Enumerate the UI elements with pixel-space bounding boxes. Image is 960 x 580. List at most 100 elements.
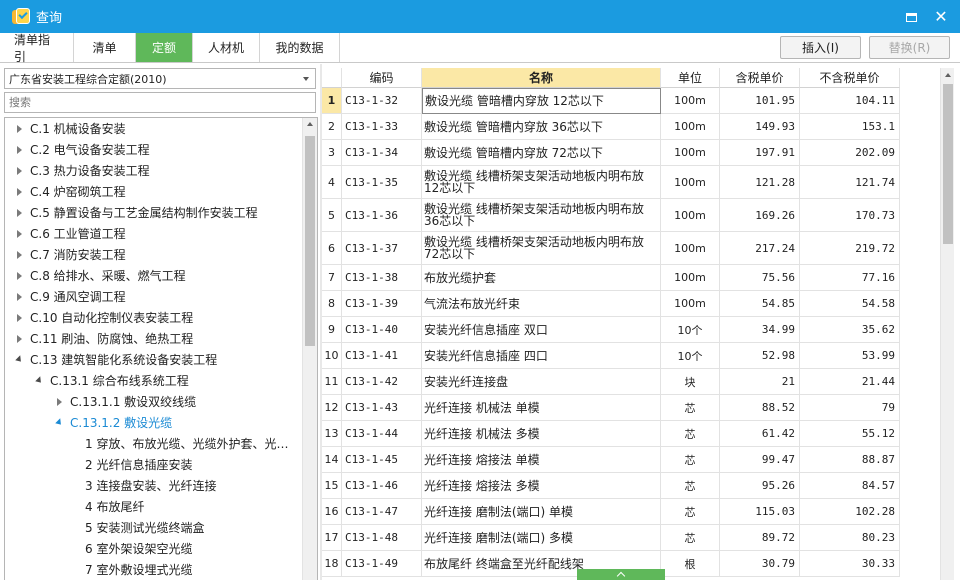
table-cell-untaxed[interactable]: 53.99 [800,343,900,369]
table-cell-code[interactable]: C13-1-42 [342,369,422,395]
tree-node-item[interactable]: C.11 刷油、防腐蚀、绝热工程 [13,328,193,349]
table-cell-untaxed[interactable]: 21.44 [800,369,900,395]
collapsed-triangle-icon[interactable] [13,291,25,303]
tree-leaf-item[interactable]: 2 光纤信息插座安装 [85,454,192,475]
col-header-code[interactable]: 编码 [342,68,422,88]
collapsed-triangle-icon[interactable] [13,123,25,135]
col-header-unit[interactable]: 单位 [661,68,720,88]
col-header-taxed-price[interactable]: 含税单价 [720,68,800,88]
table-cell-taxed[interactable]: 21 [720,369,800,395]
table-cell-taxed[interactable]: 52.98 [720,343,800,369]
tree-scrollbar[interactable] [302,118,317,580]
tree-leaf-item[interactable]: 6 室外架设架空光缆 [85,538,192,559]
table-cell-taxed[interactable]: 30.79 [720,551,800,577]
table-cell-unit[interactable]: 100m [661,265,720,291]
tree-leaf-item[interactable]: 4 布放尾纤 [85,496,144,517]
table-cell-unit[interactable]: 100m [661,114,720,140]
tree-node-item[interactable]: C.7 消防安装工程 [13,244,126,265]
tree-leaf-item[interactable]: 7 室外敷设埋式光缆 [85,559,192,580]
table-cell-name[interactable]: 敷设光缆 线槽桥架支架活动地板内明布放 36芯以下 [422,199,661,232]
tab-list-guide[interactable]: 清单指引 [0,33,74,64]
tree-node-item[interactable]: C.1 机械设备安装 [13,118,126,139]
table-cell-unit[interactable]: 100m [661,199,720,232]
table-cell-code[interactable]: C13-1-39 [342,291,422,317]
table-cell-unit[interactable]: 10个 [661,317,720,343]
table-cell-code[interactable]: C13-1-34 [342,140,422,166]
tree-node-item[interactable]: C.9 通风空调工程 [13,286,126,307]
table-cell-name[interactable]: 敷设光缆 线槽桥架支架活动地板内明布放 72芯以下 [422,232,661,265]
collapsed-triangle-icon[interactable] [13,333,25,345]
table-cell-untaxed[interactable]: 104.11 [800,88,900,114]
insert-button[interactable]: 插入(I) [780,36,861,59]
table-cell-name[interactable]: 安装光纤连接盘 [422,369,661,395]
row-number[interactable]: 16 [322,499,342,525]
table-cell-name[interactable]: 安装光纤信息插座 双口 [422,317,661,343]
table-cell-taxed[interactable]: 115.03 [720,499,800,525]
table-cell-untaxed[interactable]: 219.72 [800,232,900,265]
collapsed-triangle-icon[interactable] [53,396,65,408]
table-cell-taxed[interactable]: 54.85 [720,291,800,317]
tree-leaf-item[interactable]: 5 安装测试光缆终端盒 [85,517,204,538]
table-cell-unit[interactable]: 芯 [661,525,720,551]
table-cell-unit[interactable]: 芯 [661,499,720,525]
expanded-triangle-icon[interactable] [13,354,25,366]
tree-node-item[interactable]: C.5 静置设备与工艺金属结构制作安装工程 [13,202,258,223]
row-number[interactable]: 8 [322,291,342,317]
row-number[interactable]: 7 [322,265,342,291]
row-number[interactable]: 1 [322,88,342,114]
table-cell-unit[interactable]: 100m [661,291,720,317]
tree-node-item[interactable]: C.6 工业管道工程 [13,223,126,244]
collapsed-triangle-icon[interactable] [13,186,25,198]
table-cell-name[interactable]: 光纤连接 熔接法 多模 [422,473,661,499]
table-cell-unit[interactable]: 100m [661,166,720,199]
tree-node-item[interactable]: C.4 炉窑砌筑工程 [13,181,126,202]
tree-node-item[interactable]: C.3 热力设备安装工程 [13,160,150,181]
table-cell-taxed[interactable]: 149.93 [720,114,800,140]
tree-node-item[interactable]: C.13 建筑智能化系统设备安装工程 [13,349,217,370]
table-cell-name[interactable]: 安装光纤信息插座 四口 [422,343,661,369]
table-cell-name[interactable]: 敷设光缆 管暗槽内穿放 36芯以下 [422,114,661,140]
table-cell-untaxed[interactable]: 202.09 [800,140,900,166]
table-cell-untaxed[interactable]: 102.28 [800,499,900,525]
search-input[interactable] [4,92,316,113]
tree-node-item[interactable]: C.2 电气设备安装工程 [13,139,150,160]
tree-leaf-item[interactable]: 1 穿放、布放光缆、光缆外护套、光… [85,433,288,454]
table-cell-code[interactable]: C13-1-47 [342,499,422,525]
table-cell-code[interactable]: C13-1-32 [342,88,422,114]
collapsed-triangle-icon[interactable] [13,228,25,240]
tree-node-item[interactable]: C.13.1 综合布线系统工程 [33,370,189,391]
tree-node-item[interactable]: C.13.1.2 敷设光缆 [53,412,172,433]
table-cell-unit[interactable]: 100m [661,140,720,166]
table-cell-unit[interactable]: 根 [661,551,720,577]
table-cell-code[interactable]: C13-1-35 [342,166,422,199]
table-cell-name[interactable]: 敷设光缆 线槽桥架支架活动地板内明布放 12芯以下 [422,166,661,199]
tree-node-item[interactable]: C.8 给排水、采暖、燃气工程 [13,265,186,286]
table-cell-name[interactable]: 敷设光缆 管暗槽内穿放 72芯以下 [422,140,661,166]
row-number[interactable]: 9 [322,317,342,343]
table-cell-unit[interactable]: 100m [661,88,720,114]
row-number[interactable]: 2 [322,114,342,140]
table-cell-unit[interactable]: 芯 [661,421,720,447]
row-number[interactable]: 18 [322,551,342,577]
collapsed-triangle-icon[interactable] [13,312,25,324]
table-cell-unit[interactable]: 芯 [661,473,720,499]
table-cell-untaxed[interactable]: 153.1 [800,114,900,140]
row-number[interactable]: 11 [322,369,342,395]
tree-leaf-item[interactable]: 3 连接盘安装、光纤连接 [85,475,216,496]
table-scrollbar[interactable] [940,68,954,580]
table-cell-taxed[interactable]: 89.72 [720,525,800,551]
table-cell-taxed[interactable]: 34.99 [720,317,800,343]
table-cell-code[interactable]: C13-1-41 [342,343,422,369]
table-cell-taxed[interactable]: 61.42 [720,421,800,447]
table-cell-untaxed[interactable]: 80.23 [800,525,900,551]
table-cell-taxed[interactable]: 99.47 [720,447,800,473]
collapsed-triangle-icon[interactable] [13,270,25,282]
table-cell-unit[interactable]: 100m [661,232,720,265]
tree-node-item[interactable]: C.10 自动化控制仪表安装工程 [13,307,193,328]
collapsed-triangle-icon[interactable] [13,144,25,156]
row-number[interactable]: 15 [322,473,342,499]
collapsed-triangle-icon[interactable] [13,165,25,177]
replace-button[interactable]: 替换(R) [869,36,950,59]
tab-labor-material-machine[interactable]: 人材机 [193,33,260,62]
table-cell-name[interactable]: 敷设光缆 管暗槽内穿放 12芯以下 [422,88,661,114]
